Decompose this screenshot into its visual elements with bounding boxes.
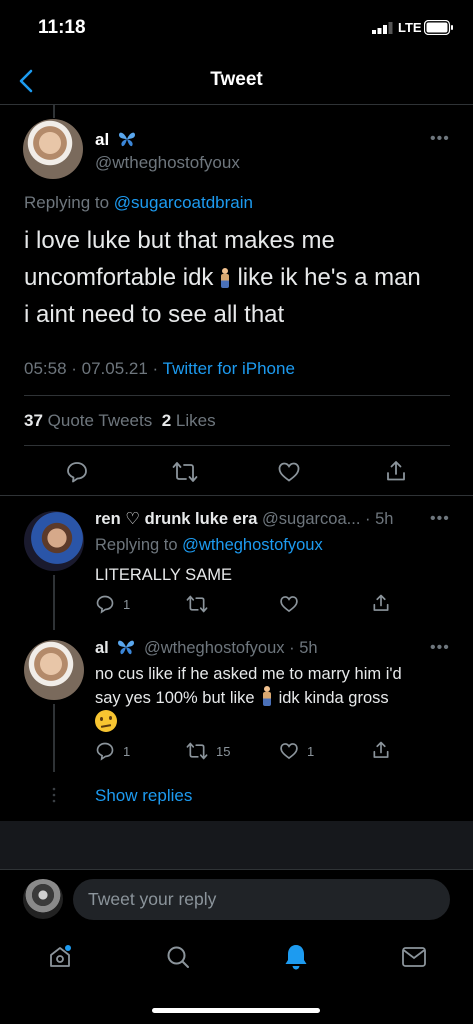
tweet-text: i love luke but that makes me uncomforta… [24,227,421,328]
butterfly-icon [118,130,136,148]
author-name[interactable]: al [95,130,136,150]
reply-text: no cus like if he asked me to marry him … [95,662,455,735]
replying-to: Replying to @sugarcoatdbrain [24,193,253,212]
replying-to-link[interactable]: @wtheghostofyoux [182,536,323,554]
replying-to-link[interactable]: @sugarcoatdbrain [114,193,253,212]
like-count: 1 [307,744,315,759]
network-label: LTE [398,20,422,35]
reply-avatar[interactable] [24,511,84,571]
tweet-meta: 05:58 · 07.05.21 · Twitter for iPhone [24,359,295,379]
quote-tweets-link[interactable]: 37 Quote Tweets [24,411,152,430]
battery-icon [424,20,454,35]
home-indicator [152,1008,320,1013]
more-options-icon[interactable]: ••• [430,510,450,528]
man-emoji [221,268,230,288]
share-icon[interactable] [384,459,408,483]
more-options-icon[interactable]: ••• [430,130,450,148]
stats-divider [24,445,450,446]
like-icon[interactable] [279,741,299,761]
butterfly-icon [117,638,135,656]
thread-dots [51,787,57,803]
reply-avatar[interactable] [24,640,84,700]
share-icon[interactable] [371,593,391,613]
notifications-bell-icon[interactable] [283,943,309,971]
tweet-timestamp: 05:58 · 07.05.21 · [24,359,159,378]
reply-count: 1 [123,597,131,612]
man-emoji [262,686,271,706]
header-divider [0,104,473,105]
retweet-icon[interactable] [186,594,208,614]
reply-input[interactable]: Tweet your reply [73,879,450,920]
signal-icon [372,22,394,34]
reply-text: LITERALLY SAME [95,566,232,584]
reply-author-handle: @sugarcoa... · 5h [262,510,394,528]
reply-author-name[interactable]: ren ♡ drunk luke era @sugarcoa... · 5h [95,509,393,529]
share-icon[interactable] [371,740,391,760]
author-handle[interactable]: @wtheghostofyoux [95,153,240,173]
retweet-count: 15 [216,744,231,759]
like-icon[interactable] [277,460,301,484]
reply-icon[interactable] [95,741,115,761]
home-icon[interactable] [47,944,73,970]
my-avatar[interactable] [23,879,63,919]
section-separator [0,821,473,869]
more-options-icon[interactable]: ••• [430,639,450,657]
tweet-source-link[interactable]: Twitter for iPhone [163,359,295,378]
tweet-divider [0,495,473,496]
reply-author-name[interactable]: al @wtheghostofyoux · 5h [95,638,318,658]
page-title: Tweet [210,69,263,90]
retweet-icon[interactable] [186,741,208,761]
reply-count: 1 [123,744,131,759]
reply-icon[interactable] [95,594,115,614]
status-time: 11:18 [38,17,86,38]
reply-author-handle: @wtheghostofyoux · 5h [143,639,318,657]
replying-to: Replying to @wtheghostofyoux [95,536,323,554]
messages-icon[interactable] [401,946,427,968]
tweet-stats: 37 Quote Tweets 2 Likes [24,411,216,431]
thread-line [53,704,55,772]
retweet-icon[interactable] [172,460,198,484]
likes-link[interactable]: 2 Likes [162,411,216,430]
author-avatar[interactable] [23,119,83,179]
raised-eyebrow-emoji [95,710,117,732]
reply-icon[interactable] [65,460,89,484]
thread-line [53,104,55,118]
search-icon[interactable] [165,944,191,970]
meta-divider [24,395,450,396]
like-icon[interactable] [279,594,299,614]
thread-line [53,575,55,630]
compose-divider [0,869,473,870]
show-replies-link[interactable]: Show replies [95,786,192,806]
